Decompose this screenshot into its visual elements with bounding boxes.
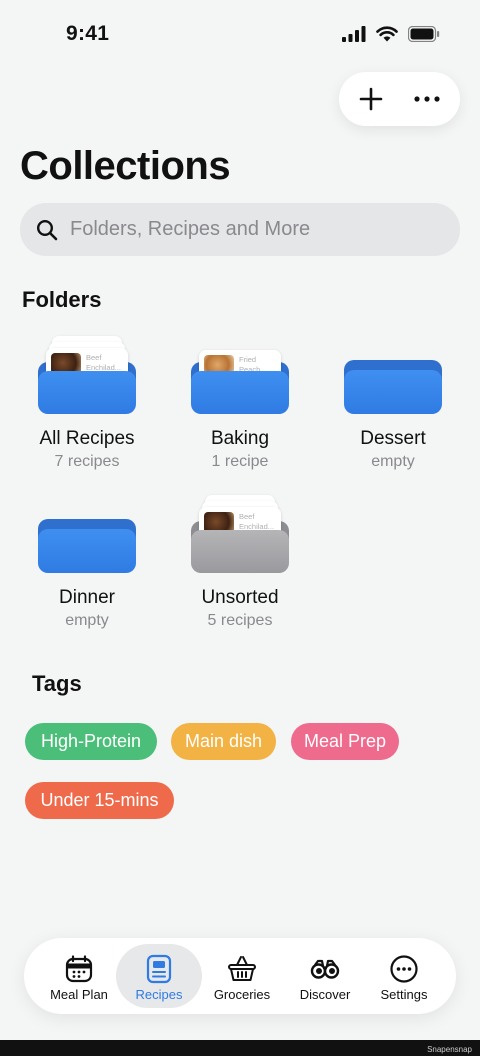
folder-name: Dinner (59, 587, 115, 608)
search-icon (36, 219, 58, 240)
tab-groceries[interactable]: Groceries (199, 944, 285, 1008)
search-bar[interactable] (20, 203, 460, 256)
folder-icon: Beef Enchilad... (191, 495, 289, 573)
status-time: 9:41 (66, 22, 110, 45)
add-button[interactable] (355, 83, 387, 115)
recipe-preview-title: Beef Enchilad... (239, 512, 275, 531)
folder-icon (344, 348, 442, 414)
tab-meal-plan[interactable]: Meal Plan (36, 944, 122, 1008)
folder-count: 1 recipe (211, 453, 269, 470)
bottom-strip (0, 1040, 480, 1056)
tab-label: Recipes (135, 987, 183, 1002)
folder-icon: Fried Peach Co... (191, 348, 289, 414)
folder-icon (38, 507, 136, 573)
folder-name: Unsorted (201, 587, 279, 608)
search-input[interactable] (70, 218, 430, 241)
status-icons (342, 26, 440, 42)
more-button[interactable] (411, 83, 443, 115)
ellipsis-icon (414, 96, 440, 102)
tag-meal-prep[interactable]: Meal Prep (291, 723, 399, 760)
recipe-book-icon (146, 954, 172, 984)
folder-icon: Beef Enchilad... (38, 336, 136, 414)
tab-label: Settings (380, 987, 428, 1002)
cellular-signal-icon (342, 26, 366, 42)
page-title: Collections (20, 144, 231, 188)
calendar-icon (65, 955, 93, 983)
recipe-preview-title: Beef Enchilad... (86, 353, 122, 372)
header-actions (339, 72, 460, 126)
plus-icon (359, 87, 383, 111)
folder-all-recipes[interactable]: Beef Enchilad... All Recipes 7 recipes (17, 336, 157, 471)
tag-main-dish[interactable]: Main dish (171, 723, 276, 760)
tab-settings[interactable]: Settings (361, 944, 447, 1008)
folder-dessert[interactable]: Dessert empty (323, 348, 463, 471)
folder-unsorted[interactable]: Beef Enchilad... Unsorted 5 recipes (170, 495, 310, 630)
battery-icon (408, 26, 440, 42)
folder-count: empty (65, 612, 109, 629)
wifi-icon (376, 26, 398, 42)
folder-count: 5 recipes (207, 612, 273, 629)
tag-high-protein[interactable]: High-Protein (25, 723, 157, 760)
tab-discover[interactable]: Discover (282, 944, 368, 1008)
folder-dinner[interactable]: Dinner empty (17, 507, 157, 630)
tab-label: Meal Plan (50, 987, 108, 1002)
folder-baking[interactable]: Fried Peach Co... Baking 1 recipe (170, 348, 310, 471)
folder-count: empty (371, 453, 415, 470)
folders-section-title: Folders (22, 287, 102, 312)
folder-count: 7 recipes (54, 453, 120, 470)
folder-name: All Recipes (39, 428, 135, 449)
tag-under-15-mins[interactable]: Under 15-mins (25, 782, 174, 819)
folder-name: Dessert (360, 428, 426, 449)
tab-label: Discover (299, 987, 351, 1002)
tags-section-title: Tags (32, 671, 82, 696)
basket-icon (228, 956, 256, 981)
tab-recipes[interactable]: Recipes (116, 944, 202, 1008)
status-bar: 9:41 (0, 0, 480, 70)
binoculars-icon (310, 959, 340, 979)
tab-bar: Meal Plan Recipes Groceries Discover Set… (24, 938, 456, 1014)
folder-name: Baking (210, 428, 270, 449)
watermark: Snapensnap (427, 1045, 472, 1054)
tab-label: Groceries (213, 987, 271, 1002)
ellipsis-circle-icon (390, 955, 418, 983)
